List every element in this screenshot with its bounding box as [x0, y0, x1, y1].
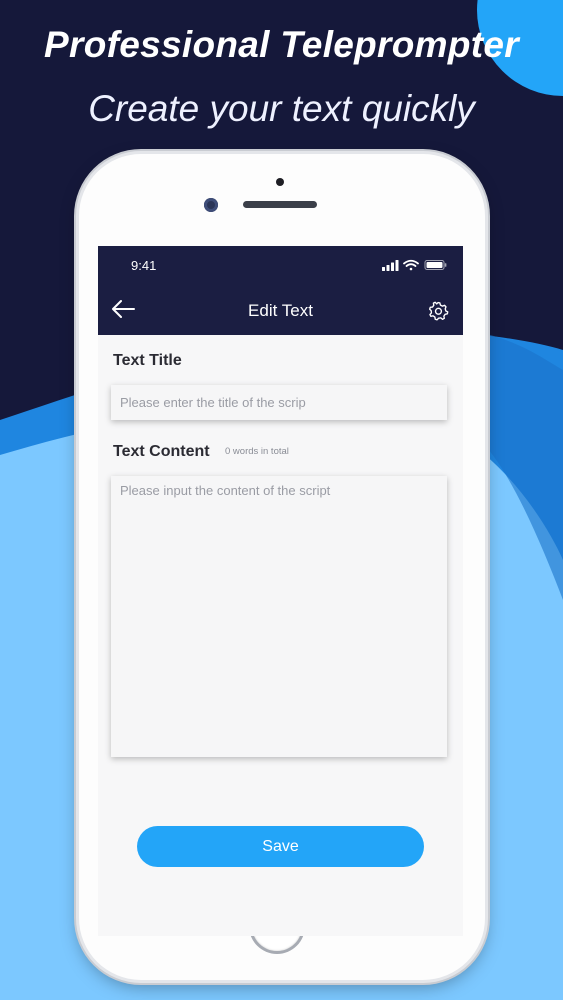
save-button[interactable]: Save [137, 826, 424, 867]
status-time: 9:41 [131, 258, 157, 273]
battery-icon [424, 260, 447, 270]
promo-subheadline: Create your text quickly [88, 88, 475, 129]
text-content-label: Text Content [113, 443, 210, 460]
wifi-icon [403, 259, 419, 271]
gear-icon[interactable] [427, 300, 449, 322]
front-camera [204, 198, 218, 212]
signal-icon [382, 260, 399, 271]
app-screen: 9:41 Edit Text Text Title Please enter t… [98, 246, 463, 936]
word-count: 0 words in total [225, 446, 289, 457]
earpiece-speaker [243, 201, 317, 208]
promo-headline: Professional Teleprompter [44, 24, 519, 65]
text-content-input[interactable] [111, 476, 447, 757]
app-bar: 9:41 Edit Text [98, 246, 463, 335]
proximity-sensor [276, 178, 284, 186]
status-icons [382, 259, 447, 271]
text-title-input[interactable] [111, 385, 447, 420]
text-title-label: Text Title [113, 352, 182, 369]
page-title: Edit Text [248, 301, 313, 320]
